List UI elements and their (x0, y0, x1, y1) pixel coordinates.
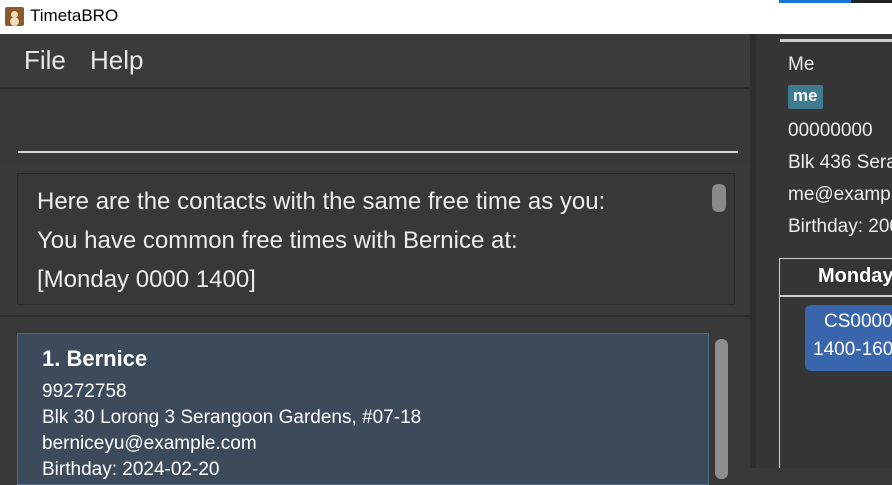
event-module: CS0000 (824, 311, 892, 332)
window-title: TimetaBRO (30, 6, 119, 25)
app-contact-icon (5, 7, 24, 26)
command-box (0, 88, 750, 164)
main-panel: File Help Here are the contacts with the… (0, 34, 750, 485)
menu-file[interactable]: File (24, 45, 66, 76)
contact-phone: 99272758 (42, 381, 127, 402)
contact-index: 1. (42, 346, 61, 371)
title-bar-accent-dark (851, 0, 892, 3)
result-line-2: You have common free times with Bernice … (37, 227, 518, 254)
result-line-1: Here are the contacts with the same free… (37, 188, 606, 215)
user-email: me@examp (788, 184, 891, 205)
user-tag: me (788, 85, 823, 109)
title-bar: TimetaBRO (0, 0, 892, 34)
contact-list: 1. Bernice 99272758 Blk 30 Lorong 3 Sera… (0, 315, 750, 485)
user-address: Blk 436 Sera (788, 152, 892, 173)
contact-address: Blk 30 Lorong 3 Serangoon Gardens, #07-1… (42, 407, 422, 428)
result-display: Here are the contacts with the same free… (17, 173, 735, 305)
menu-bar: File Help (0, 34, 750, 88)
title-bar-accent (779, 0, 851, 3)
contact-name-line: 1. Bernice (42, 346, 147, 372)
event-time: 1400-160 (813, 339, 892, 360)
timetable: Monday CS0000 1400-160 (779, 258, 892, 468)
result-scrollbar[interactable] (712, 184, 726, 212)
timetable-day: Monday (818, 265, 892, 287)
contact-list-scrollbar[interactable] (715, 339, 728, 479)
menu-help[interactable]: Help (90, 45, 143, 76)
user-panel: Me me 00000000 Blk 436 Sera me@examp Bir… (756, 34, 892, 468)
contact-card[interactable]: 1. Bernice 99272758 Blk 30 Lorong 3 Sera… (17, 333, 709, 485)
timetable-event[interactable]: CS0000 1400-160 (805, 305, 892, 371)
user-name: Me (788, 54, 815, 75)
user-birthday: Birthday: 200 (788, 216, 892, 237)
contact-name: Bernice (66, 346, 148, 371)
contact-birthday: Birthday: 2024-02-20 (42, 459, 220, 480)
contact-email: berniceyu@example.com (42, 433, 257, 454)
timetable-header: Monday (780, 259, 892, 297)
user-phone: 00000000 (788, 120, 873, 141)
command-input[interactable] (18, 109, 738, 153)
user-panel-separator (780, 39, 892, 42)
result-line-3: [Monday 0000 1400] (37, 266, 256, 293)
